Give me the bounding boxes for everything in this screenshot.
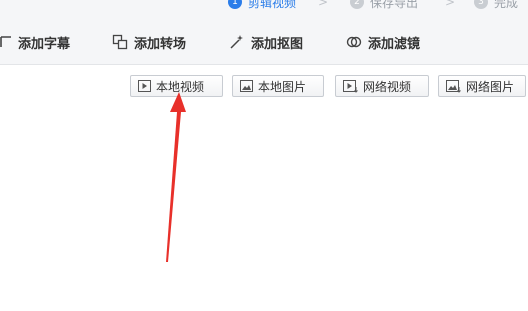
step-bar: 1 剪辑视频 > 2 保存导出 > 3 完成 bbox=[0, 0, 528, 20]
add-transition-label: 添加转场 bbox=[134, 36, 187, 52]
media-panel: 本地视频 本地图片 网络视频 网络图片 bbox=[0, 65, 528, 311]
step-finish[interactable]: 3 完成 bbox=[474, 0, 518, 12]
transition-icon bbox=[112, 34, 128, 50]
step-label: 完成 bbox=[494, 0, 519, 10]
online-image-label: 网络图片 bbox=[466, 79, 515, 94]
local-video-label: 本地视频 bbox=[156, 79, 205, 94]
step-separator: > bbox=[318, 0, 329, 9]
add-subtitle-label: 添加字幕 bbox=[18, 36, 71, 52]
step-export[interactable]: 2 保存导出 bbox=[350, 0, 418, 12]
image-icon bbox=[240, 80, 253, 92]
video-icon bbox=[138, 80, 151, 92]
local-image-button[interactable]: 本地图片 bbox=[232, 75, 324, 97]
step-number: 1 bbox=[228, 0, 242, 9]
step-number: 2 bbox=[350, 0, 364, 9]
step-number: 3 bbox=[474, 0, 488, 9]
online-video-button[interactable]: 网络视频 bbox=[335, 75, 429, 97]
step-label: 保存导出 bbox=[370, 0, 419, 10]
step-label: 剪辑视频 bbox=[248, 0, 297, 10]
filter-icon bbox=[346, 36, 362, 48]
add-transition-button[interactable]: 添加转场 bbox=[112, 20, 186, 64]
step-separator: > bbox=[445, 0, 456, 9]
add-filter-label: 添加滤镜 bbox=[368, 36, 421, 52]
step-edit-video[interactable]: 1 剪辑视频 bbox=[228, 0, 296, 12]
online-image-button[interactable]: 网络图片 bbox=[438, 75, 526, 97]
online-video-label: 网络视频 bbox=[363, 79, 412, 94]
local-image-label: 本地图片 bbox=[258, 79, 307, 94]
magic-wand-icon bbox=[230, 35, 243, 49]
online-image-icon bbox=[446, 79, 461, 93]
online-video-icon bbox=[343, 79, 358, 93]
add-cutout-label: 添加抠图 bbox=[251, 36, 304, 52]
subtitle-icon bbox=[0, 36, 11, 47]
edit-toolbar: 添加字幕 添加转场 添加抠图 添加滤镜 bbox=[0, 20, 528, 65]
local-video-button[interactable]: 本地视频 bbox=[130, 75, 223, 97]
add-subtitle-button[interactable]: 添加字幕 bbox=[0, 20, 70, 64]
add-cutout-button[interactable]: 添加抠图 bbox=[229, 20, 303, 64]
add-filter-button[interactable]: 添加滤镜 bbox=[346, 20, 420, 64]
